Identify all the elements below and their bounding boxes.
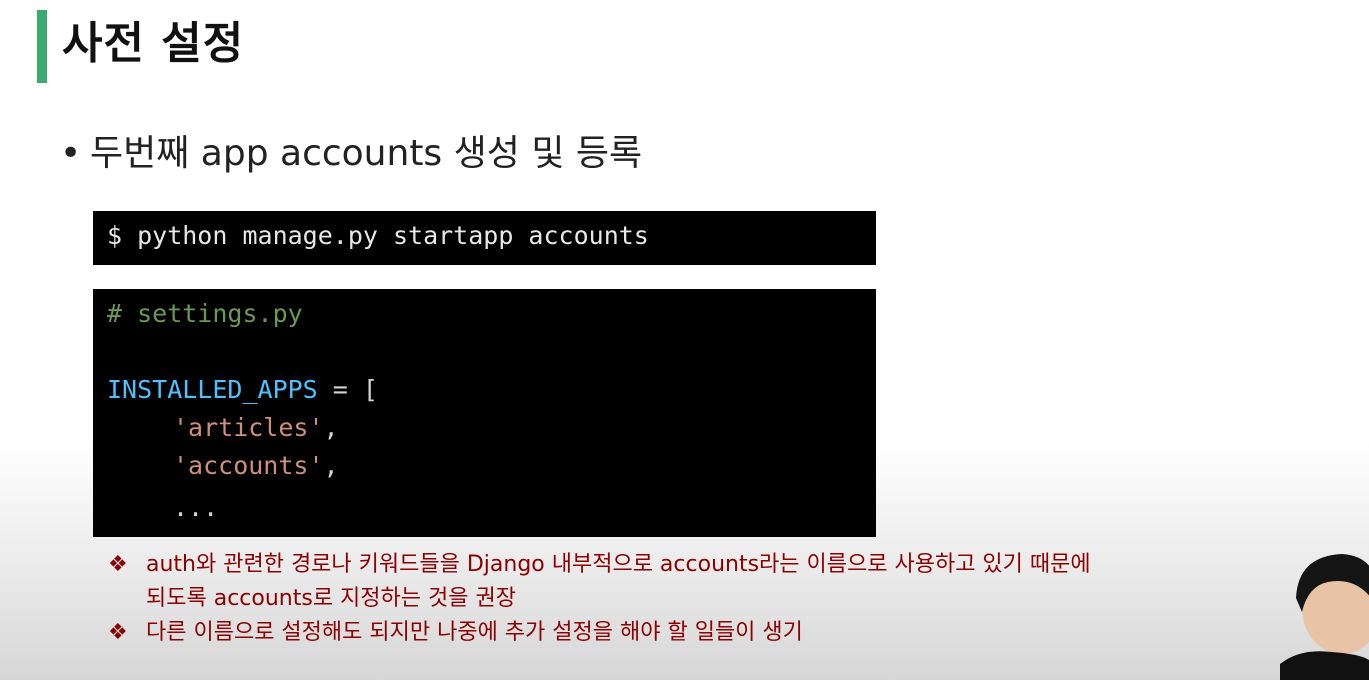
note-text: auth와 관련한 경로나 키워드들을 Django 내부적으로 account… xyxy=(146,552,1091,577)
diamond-bullet-icon: ❖ xyxy=(108,552,128,577)
bullet-text: 두번째 app accounts 생성 및 등록 xyxy=(90,133,643,174)
presenter-webcam-overlay xyxy=(1280,554,1369,680)
note-item: ❖ auth와 관련한 경로나 키워드들을 Django 내부적으로 accoun… xyxy=(108,549,1091,581)
settings-code-block: # settings.py INSTALLED_APPS = [ 'articl… xyxy=(93,289,876,537)
note-item: ❖ 다른 이름으로 설정해도 되지만 나중에 추가 설정을 해야 할 일들이 생기 xyxy=(108,617,803,649)
code-comma: , xyxy=(323,413,339,442)
diamond-bullet-icon: ❖ xyxy=(108,620,128,645)
code-comma: , xyxy=(323,451,339,480)
command-code-block: $ python manage.py startapp accounts xyxy=(93,211,876,265)
code-ellipsis: ... xyxy=(173,493,219,522)
title-accent-bar xyxy=(37,10,47,83)
slide-title: 사전 설정 xyxy=(62,18,245,69)
command-line: $ python manage.py startapp accounts xyxy=(107,221,649,250)
code-item-accounts: 'accounts', xyxy=(173,451,339,480)
bullet-dot-icon: • xyxy=(60,133,82,174)
code-comment: # settings.py xyxy=(107,299,303,328)
bullet-item: • 두번째 app accounts 생성 및 등록 xyxy=(60,126,642,182)
code-identifier: INSTALLED_APPS xyxy=(107,375,318,404)
code-item-articles: 'articles', xyxy=(173,413,339,442)
code-string: 'accounts' xyxy=(173,451,324,480)
note-text: 다른 이름으로 설정해도 되지만 나중에 추가 설정을 해야 할 일들이 생기 xyxy=(146,620,803,645)
note-text-continued: 되도록 accounts로 지정하는 것을 권장 xyxy=(146,586,516,611)
code-installed-apps-line: INSTALLED_APPS = [ xyxy=(107,375,378,404)
code-assign: = [ xyxy=(317,375,378,404)
code-string: 'articles' xyxy=(173,413,324,442)
